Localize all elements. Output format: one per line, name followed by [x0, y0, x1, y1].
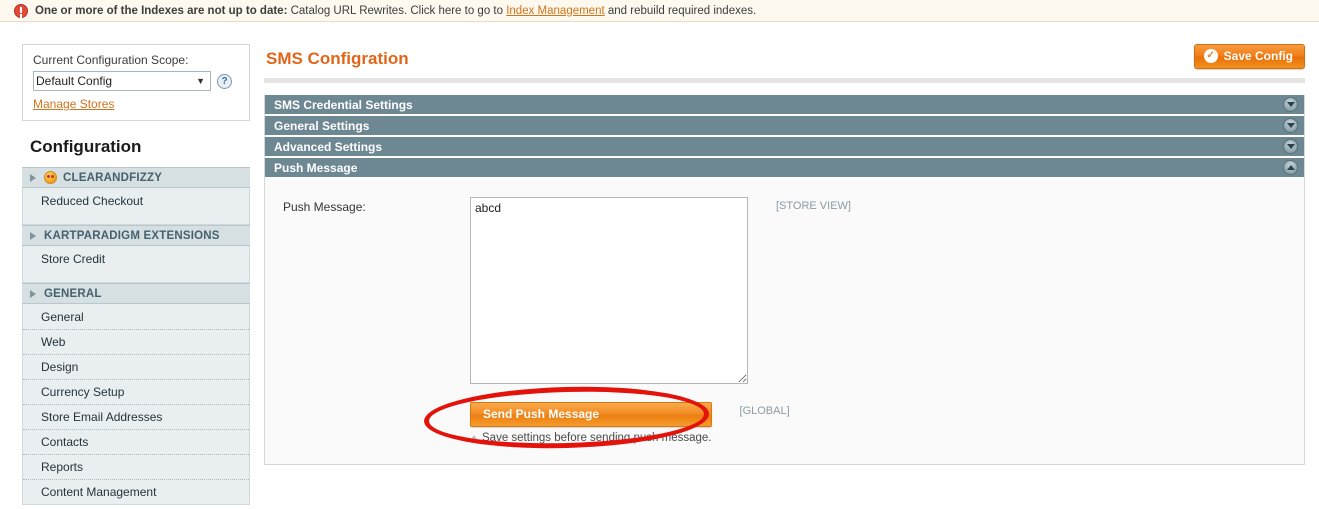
notice-text-before-link: Catalog URL Rewrites. Click here to go t…	[287, 4, 507, 17]
notice-text: One or more of the Indexes are not up to…	[35, 5, 756, 17]
section-header-sms-credential-settings[interactable]: SMS Credential Settings	[265, 95, 1304, 116]
expand-triangle-icon	[30, 231, 36, 240]
configuration-heading: Configuration	[30, 137, 142, 156]
clearandfizzy-logo-icon	[44, 171, 57, 184]
push-message-scope-label: [STORE VIEW]	[776, 200, 851, 212]
chevron-down-icon[interactable]	[1283, 118, 1298, 133]
push-message-hint: Save settings before sending push messag…	[470, 432, 712, 444]
sidebar-item-reports[interactable]: Reports	[23, 454, 249, 479]
check-circle-icon: ✓	[1203, 49, 1218, 63]
sidebar-item-general[interactable]: General	[23, 304, 249, 329]
scope-select-value: Default Config	[36, 74, 113, 88]
sidebar-item-label: General	[41, 309, 84, 324]
push-message-button-row: Send Push Message Save settings before s…	[265, 402, 1304, 444]
sidebar-item-label: Reduced Checkout	[41, 193, 144, 208]
sidebar-item-label: Design	[41, 360, 79, 374]
config-sections-panel: SMS Credential Settings General Settings…	[264, 95, 1305, 465]
section-header-push-message[interactable]: Push Message	[265, 158, 1304, 179]
page-title: SMS Configration	[266, 49, 409, 68]
section-label: SMS Credential Settings	[274, 97, 413, 112]
sidebar-item-contacts[interactable]: Contacts	[23, 429, 249, 454]
sidebar-group-kartparadigm-extensions[interactable]: KARTPARADIGM EXTENSIONS	[22, 225, 250, 246]
sidebar-item-web[interactable]: Web	[23, 329, 249, 354]
expand-triangle-icon	[30, 289, 36, 298]
section-header-general-settings[interactable]: General Settings	[265, 116, 1304, 137]
sidebar-section-clearandfizzy: Reduced Checkout	[22, 188, 250, 225]
push-message-textarea[interactable]	[470, 197, 748, 384]
sidebar-item-store-email-addresses[interactable]: Store Email Addresses	[23, 404, 249, 429]
push-message-hint-text: Save settings before sending push messag…	[482, 432, 712, 444]
sidebar-group-label: GENERAL	[44, 287, 102, 300]
sidebar: Current Configuration Scope: Default Con…	[22, 44, 250, 505]
scope-label: Current Configuration Scope:	[33, 53, 189, 67]
sidebar-item-label: Contacts	[41, 435, 89, 449]
save-config-label: Save Config	[1223, 49, 1293, 63]
content-header: SMS Configration ✓ Save Config	[264, 44, 1305, 78]
page-body: Current Configuration Scope: Default Con…	[0, 22, 1319, 505]
sidebar-item-label: Reports	[41, 460, 84, 474]
sidebar-group-general[interactable]: GENERAL	[22, 283, 250, 304]
sidebar-item-label: Currency Setup	[41, 385, 125, 399]
section-label: General Settings	[274, 118, 370, 133]
sidebar-item-label: Web	[41, 335, 66, 349]
push-message-section-body: Push Message: [STORE VIEW] Send Push Mes…	[265, 179, 1304, 464]
send-push-message-scope-label: [GLOBAL]	[739, 405, 790, 417]
error-circle-icon	[14, 3, 28, 18]
question-mark-icon[interactable]: ?	[217, 73, 232, 89]
expand-triangle-icon	[30, 173, 36, 182]
send-push-message-label: Send Push Message	[483, 407, 600, 421]
sidebar-item-store-credit[interactable]: Store Credit	[23, 246, 249, 271]
sidebar-item-label: Store Email Addresses	[41, 410, 163, 424]
sidebar-group-clearandfizzy[interactable]: CLEARANDFIZZY	[22, 167, 250, 188]
push-message-control	[470, 197, 748, 387]
configuration-scope-box: Current Configuration Scope: Default Con…	[22, 44, 250, 121]
section-label: Push Message	[274, 160, 358, 175]
sidebar-section-general: General Web Design Currency Setup Store …	[22, 304, 250, 505]
send-push-message-group: Send Push Message Save settings before s…	[470, 402, 712, 444]
notice-text-after-link: and rebuild required indexes.	[604, 4, 757, 17]
chevron-down-icon[interactable]	[1283, 97, 1298, 112]
index-notice-bar: One or more of the Indexes are not up to…	[0, 0, 1319, 22]
sidebar-item-design[interactable]: Design	[23, 354, 249, 379]
save-config-button[interactable]: ✓ Save Config	[1193, 44, 1305, 69]
sidebar-item-label: Store Credit	[41, 251, 106, 266]
chevron-down-icon: ▼	[196, 76, 205, 86]
warning-triangle-icon	[470, 435, 478, 441]
main-content: SMS Configration ✓ Save Config SMS Crede…	[264, 44, 1305, 465]
sidebar-item-currency-setup[interactable]: Currency Setup	[23, 379, 249, 404]
header-divider	[264, 78, 1305, 83]
chevron-down-icon[interactable]	[1283, 139, 1298, 154]
push-message-field-row: Push Message: [STORE VIEW]	[265, 197, 1304, 387]
sidebar-section-kartparadigm-extensions: Store Credit	[22, 246, 250, 283]
send-push-message-button[interactable]: Send Push Message	[470, 402, 712, 427]
sidebar-item-content-management[interactable]: Content Management	[23, 479, 249, 504]
manage-stores-link[interactable]: Manage Stores	[33, 97, 114, 111]
push-message-label: Push Message:	[283, 200, 366, 214]
sidebar-item-reduced-checkout[interactable]: Reduced Checkout	[23, 188, 249, 213]
index-management-link[interactable]: Index Management	[506, 5, 604, 17]
chevron-up-icon[interactable]	[1283, 160, 1298, 175]
scope-select[interactable]: Default Config ▼	[33, 71, 211, 91]
sidebar-group-label: CLEARANDFIZZY	[63, 171, 163, 184]
sidebar-item-label: Content Management	[41, 485, 157, 499]
section-label: Advanced Settings	[274, 139, 383, 154]
scope-row: Default Config ▼ ?	[33, 71, 239, 91]
section-header-advanced-settings[interactable]: Advanced Settings	[265, 137, 1304, 158]
sidebar-group-label: KARTPARADIGM EXTENSIONS	[44, 229, 220, 242]
notice-strong-text: One or more of the Indexes are not up to…	[35, 4, 288, 17]
